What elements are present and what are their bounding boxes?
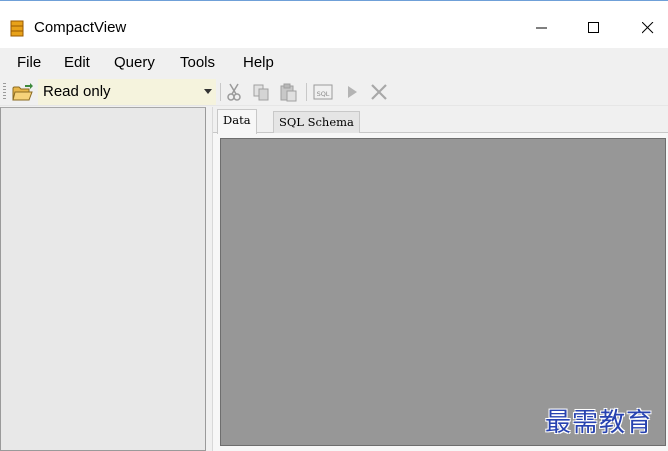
menu-query[interactable]: Query bbox=[114, 54, 155, 71]
toolbar-grip[interactable] bbox=[3, 83, 6, 101]
toolbar-separator bbox=[306, 83, 307, 101]
menu-help[interactable]: Help bbox=[243, 54, 274, 71]
table-tree-pane[interactable] bbox=[0, 107, 206, 451]
toolbar-separator bbox=[220, 83, 221, 101]
close-icon bbox=[642, 22, 654, 34]
sql-icon-label: SQL bbox=[317, 90, 330, 98]
toolbar: Read only SQL bbox=[0, 78, 668, 106]
maximize-icon bbox=[588, 22, 599, 33]
paste-icon[interactable] bbox=[278, 82, 298, 102]
minimize-icon bbox=[536, 27, 547, 29]
database-app-icon bbox=[10, 20, 24, 37]
copy-icon[interactable] bbox=[251, 82, 271, 102]
sql-icon[interactable]: SQL bbox=[313, 82, 333, 102]
menu-bar: File Edit Query Tools Help bbox=[0, 48, 668, 78]
open-folder-icon[interactable] bbox=[12, 82, 34, 102]
mode-dropdown[interactable]: Read only bbox=[38, 79, 216, 105]
tab-sql-schema[interactable]: SQL Schema bbox=[273, 111, 360, 133]
run-icon[interactable] bbox=[342, 82, 362, 102]
cut-icon[interactable] bbox=[224, 82, 244, 102]
menu-tools[interactable]: Tools bbox=[180, 54, 215, 71]
tab-data[interactable]: Data bbox=[217, 109, 257, 134]
title-bar[interactable]: CompactView bbox=[0, 8, 668, 48]
data-grid[interactable] bbox=[220, 138, 666, 446]
chevron-down-icon[interactable] bbox=[204, 89, 212, 94]
pane-splitter[interactable] bbox=[206, 107, 213, 451]
mode-dropdown-value: Read only bbox=[43, 83, 111, 100]
minimize-button[interactable] bbox=[514, 8, 570, 48]
stop-icon[interactable] bbox=[369, 82, 389, 102]
menu-file[interactable]: File bbox=[17, 54, 41, 71]
maximize-button[interactable] bbox=[566, 8, 622, 48]
window-top-border bbox=[0, 0, 668, 8]
close-button[interactable] bbox=[620, 8, 668, 48]
window-title: CompactView bbox=[34, 19, 127, 36]
menu-edit[interactable]: Edit bbox=[64, 54, 90, 71]
tab-strip: Data SQL Schema bbox=[213, 107, 668, 134]
watermark-text: 最需教育 bbox=[545, 408, 654, 438]
